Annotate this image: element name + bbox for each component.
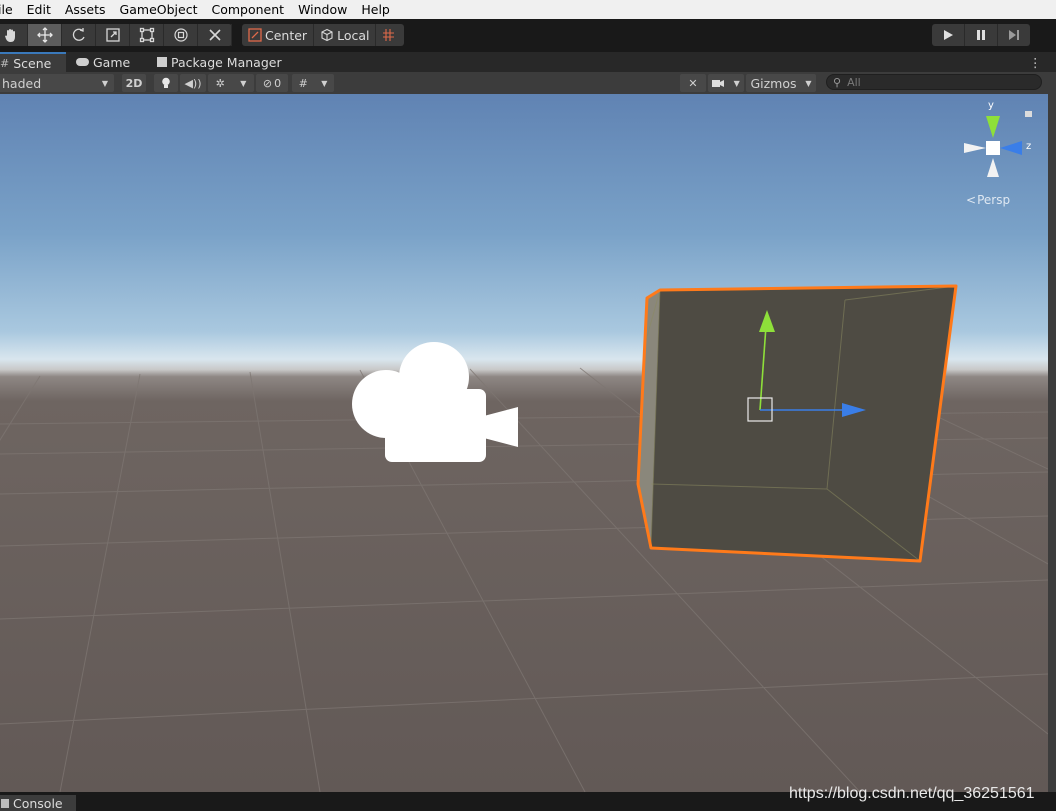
pivot-center-label: Center [265, 27, 308, 43]
play-button[interactable] [932, 24, 965, 46]
projection-label: Persp [977, 193, 1011, 207]
transform-tool-button[interactable] [164, 24, 198, 46]
gizmos-dropdown-arrow-icon: ▼ [805, 78, 812, 88]
audio-toggle[interactable]: ◀)) [180, 74, 206, 92]
gizmos-dropdown[interactable]: Gizmos ▼ [746, 74, 816, 92]
watermark-text: https://blog.csdn.net/qq_36251561 [789, 785, 1035, 802]
tab-package-manager[interactable]: Package Manager [157, 52, 282, 72]
play-icon [944, 30, 953, 40]
tab-menu-button[interactable]: ⋮ [1029, 52, 1042, 72]
tab-console[interactable]: Console [0, 795, 76, 811]
scene-search-input[interactable]: ⚲ All [826, 74, 1042, 90]
chevron-left-icon: < [966, 193, 977, 207]
toggle-2d-label: 2D [125, 76, 143, 90]
rect-tool-button[interactable] [130, 24, 164, 46]
tab-package-manager-label: Package Manager [171, 54, 282, 70]
wrench-icon [208, 29, 221, 41]
menu-window[interactable]: Window [298, 2, 347, 17]
scene-canvas [0, 111, 1048, 792]
pivot-center-icon [248, 28, 262, 42]
scene-toolbar: haded ▼ 2D ◀)) ✲ ▼ ⊘ 0 # ▼ ✕ ▼ Gizmos ▼ … [0, 72, 1056, 95]
move-icon [36, 27, 53, 43]
tab-game[interactable]: Game [76, 52, 130, 72]
lightbulb-icon [162, 77, 170, 88]
pivot-local-label: Local [337, 27, 370, 43]
hidden-count: 0 [274, 76, 282, 90]
grid-icon: # [298, 76, 308, 90]
menu-help[interactable]: Help [361, 2, 390, 17]
package-icon [157, 57, 167, 67]
menu-component[interactable]: Component [211, 2, 284, 17]
gizmo-z-label: z [1026, 141, 1032, 152]
speaker-icon: ◀)) [184, 76, 202, 90]
hand-icon [4, 29, 15, 42]
rotate-icon [72, 28, 85, 41]
rect-icon [139, 27, 154, 43]
scene-hash-icon: # [0, 56, 10, 70]
custom-tool-button[interactable] [198, 24, 232, 46]
scale-tool-button[interactable] [96, 24, 130, 46]
lock-icon[interactable] [1025, 111, 1032, 117]
camera-icon [712, 79, 725, 87]
gizmo-y-label: y [988, 100, 994, 111]
step-icon [1009, 30, 1019, 40]
effects-dropdown[interactable]: ✲ ▼ [208, 74, 254, 92]
effects-dropdown-arrow-icon: ▼ [240, 78, 247, 88]
main-toolbar: Center Local [0, 19, 1056, 52]
camera-dropdown-arrow-icon: ▼ [733, 78, 740, 88]
local-cube-icon [321, 28, 333, 42]
play-controls [932, 24, 1030, 46]
hand-tool-button[interactable] [0, 24, 28, 46]
transform-tools [0, 24, 232, 46]
console-icon [1, 798, 9, 808]
menu-file[interactable]: ile [0, 2, 13, 17]
hidden-objects-toggle[interactable]: ⊘ 0 [256, 74, 288, 92]
tools-toggle[interactable]: ✕ [680, 74, 706, 92]
grid-snap-icon [383, 29, 395, 41]
dropdown-arrow-icon: ▼ [101, 78, 108, 88]
rotate-tool-button[interactable] [62, 24, 96, 46]
viewport-scrollbar[interactable] [1048, 94, 1056, 792]
camera-dropdown[interactable]: ▼ [708, 74, 744, 92]
menu-gameobject[interactable]: GameObject [120, 2, 198, 17]
menu-assets[interactable]: Assets [65, 2, 106, 17]
move-tool-button[interactable] [28, 24, 62, 46]
grid-dropdown[interactable]: # ▼ [292, 74, 334, 92]
camera-gizmo-icon [352, 342, 518, 462]
menu-edit[interactable]: Edit [27, 2, 51, 17]
pivot-controls: Center Local [242, 24, 405, 46]
transform-icon [173, 28, 188, 42]
menu-bar: ile Edit Assets GameObject Component Win… [0, 0, 1056, 19]
draw-mode-dropdown[interactable]: haded ▼ [0, 74, 114, 92]
gamepad-icon [76, 58, 89, 66]
projection-toggle[interactable]: < Persp [966, 193, 1010, 207]
draw-mode-label: haded [2, 75, 42, 91]
selected-cube [636, 284, 958, 563]
pivot-local-toggle[interactable]: Local [314, 24, 377, 46]
search-icon: ⚲ [833, 75, 842, 89]
eye-hidden-icon: ⊘ [262, 76, 273, 90]
search-placeholder: All [847, 75, 861, 89]
tab-game-label: Game [93, 54, 131, 70]
scene-viewport[interactable]: y z < Persp [0, 94, 1048, 792]
editor-tab-bar: # Scene Game Package Manager ⋮ [0, 52, 1056, 72]
kebab-menu-icon: ⋮ [1029, 54, 1042, 70]
effects-icon: ✲ [215, 76, 225, 90]
tools-crossed-icon: ✕ [688, 76, 698, 90]
pivot-center-toggle[interactable]: Center [242, 24, 315, 46]
toggle-2d-button[interactable]: 2D [122, 74, 146, 92]
step-button[interactable] [998, 24, 1030, 46]
lighting-toggle[interactable] [154, 74, 178, 92]
tab-scene[interactable]: # Scene [0, 52, 66, 72]
pause-button[interactable] [965, 24, 998, 46]
tab-scene-label: Scene [13, 55, 52, 71]
pause-icon [977, 30, 985, 40]
scale-icon [105, 28, 120, 42]
gizmos-label: Gizmos [750, 75, 797, 91]
grid-dropdown-arrow-icon: ▼ [321, 78, 328, 88]
orientation-gizmo [964, 111, 1032, 177]
grid-snap-toggle[interactable] [376, 24, 404, 46]
tab-console-label: Console [13, 795, 63, 811]
